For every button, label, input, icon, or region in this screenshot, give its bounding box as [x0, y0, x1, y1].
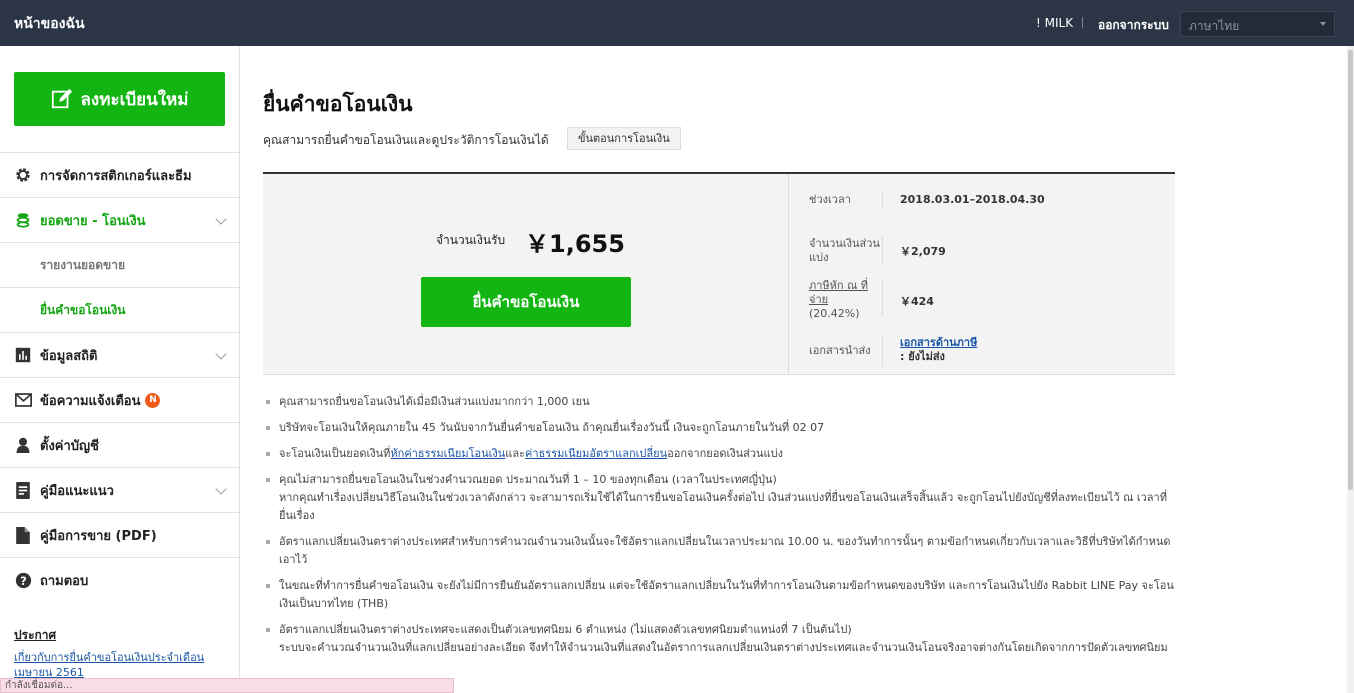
divider [882, 236, 883, 266]
receive-amount-label: จำนวนเงินรับ [436, 233, 506, 247]
logout-link[interactable]: ออกจากระบบ [1098, 16, 1169, 35]
note-text: ในขณะที่ทำการยื่นคำขอโอนเงิน จะยังไม่มีก… [279, 579, 1174, 610]
transfer-process-button[interactable]: ขั้นตอนการโอนเงิน [567, 127, 681, 150]
documents-status-block: เอกสารด้านภาษี : ยังไม่ส่ง [900, 336, 977, 364]
sidebar-item-label: ถามตอบ [40, 573, 89, 589]
list-item: คุณสามารถยื่นขอโอนเงินได้เมื่อมีเงินส่วน… [263, 393, 1175, 411]
chevron-down-icon [215, 348, 227, 360]
list-item: บริษัทจะโอนเงินให้คุณภายใน 45 วันนับจากว… [263, 419, 1175, 437]
sidebar-nav: การจัดการสติกเกอร์และธีม ยอดขาย - โอนเงิ… [0, 152, 239, 602]
note-text: หากคุณทำเรื่องเปลี่ยนวิธีโอนเงินในช่วงเว… [279, 491, 1167, 522]
sidebar-item-faq[interactable]: ? ถามตอบ [0, 557, 239, 602]
mail-icon [14, 391, 32, 409]
chevron-down-icon [1320, 22, 1326, 26]
note-text: และ [505, 447, 526, 460]
transfer-fee-link[interactable]: หักค่าธรรมเนียมโอนเงิน [390, 447, 505, 460]
notice-heading[interactable]: ประกาศ [14, 626, 56, 645]
note-text: คุณสามารถยื่นขอโอนเงินได้เมื่อมีเงินส่วน… [279, 395, 590, 408]
file-icon [14, 526, 32, 544]
sidebar-item-label: การจัดการสติกเกอร์และธีม [40, 168, 192, 184]
period-value: 2018.03.01–2018.04.30 [900, 193, 1045, 206]
page-description: คุณสามารถยื่นคำขอโอนเงินและดูประวัติการโ… [263, 133, 549, 147]
list-item: อัตราแลกเปลี่ยนเงินตราต่างประเทศจะแสดงเป… [263, 621, 1175, 657]
divider [882, 280, 883, 316]
notice-link[interactable]: เกี่ยวกับการยื่นคำขอโอนเงินประจำเดือนเมษ… [14, 650, 224, 680]
edit-icon [51, 88, 72, 109]
gear-icon [14, 166, 32, 184]
note-text: จะโอนเงินเป็นยอดเงินที่ [279, 447, 391, 460]
tax-documents-link[interactable]: เอกสารด้านภาษี [900, 336, 977, 349]
chart-icon [14, 346, 32, 364]
divider [882, 336, 883, 366]
transfer-notes-list: คุณสามารถยื่นขอโอนเงินได้เมื่อมีเงินส่วน… [263, 393, 1175, 665]
sidebar-item-account-settings[interactable]: ตั้งค่าบัญชี [0, 422, 239, 467]
documents-label: เอกสารนำส่ง [809, 344, 871, 357]
scrollbar-thumb[interactable] [1348, 50, 1353, 490]
top-navigation-bar: หน้าของฉัน ! MILK ออกจากระบบ ภาษาไทย [0, 0, 1354, 46]
question-icon: ? [14, 571, 32, 589]
new-badge: N [145, 392, 161, 408]
withholding-tax-value: ￥424 [900, 295, 934, 308]
vertical-scrollbar[interactable] [1347, 46, 1354, 693]
user-name[interactable]: ! MILK [1036, 16, 1073, 30]
withholding-tax-link[interactable]: ภาษีหัก ณ ที่จ่าย [809, 279, 881, 307]
note-text: บริษัทจะโอนเงินให้คุณภายใน 45 วันนับจากว… [279, 421, 825, 434]
sidebar-item-guide[interactable]: คู่มือแนะแนว [0, 467, 239, 512]
sidebar-item-label: ข้อมูลสถิติ [40, 348, 98, 364]
language-select-value: ภาษาไทย [1189, 19, 1240, 33]
sidebar: ลงทะเบียนใหม่ การจัดการสติกเกอร์และธีม ย… [0, 46, 240, 693]
period-label: ช่วงเวลา [809, 193, 851, 206]
brand-home-link[interactable]: หน้าของฉัน [14, 13, 85, 35]
list-item: อัตราแลกเปลี่ยนเงินตราต่างประเทศสำหรับกา… [263, 533, 1175, 569]
sidebar-item-label: คู่มือการขาย (PDF) [40, 528, 157, 544]
sidebar-item-sales-report[interactable]: รายงานยอดขาย [0, 242, 239, 287]
note-text: ออกจากยอดเงินส่วนแบ่ง [667, 447, 783, 460]
divider [882, 190, 883, 210]
note-text: อัตราแลกเปลี่ยนเงินตราต่างประเทศสำหรับกา… [279, 535, 1171, 566]
transfer-summary-panel: จำนวนเงินรับ ￥1,655 ยื่นคำขอโอนเงิน ช่วง… [263, 172, 1175, 375]
list-item: จะโอนเงินเป็นยอดเงินที่หักค่าธรรมเนียมโอ… [263, 445, 1175, 463]
receive-amount-value: ￥1,655 [525, 230, 625, 258]
browser-status-bar: กำลังเชื่อมต่อ... [0, 678, 454, 693]
exchange-fee-link[interactable]: ค่าธรรมเนียมอัตราแลกเปลี่ยน [525, 447, 667, 460]
language-select[interactable]: ภาษาไทย [1180, 11, 1335, 37]
sidebar-item-statistics[interactable]: ข้อมูลสถิติ [0, 332, 239, 377]
chevron-down-icon [215, 483, 227, 495]
sidebar-item-label: ยื่นคำขอโอนเงิน [40, 302, 126, 317]
register-new-button[interactable]: ลงทะเบียนใหม่ [14, 72, 225, 126]
documents-status: : ยังไม่ส่ง [900, 350, 945, 363]
svg-text:?: ? [20, 574, 26, 587]
note-text: ระบบจะคำนวณจำนวนเงินที่แลกเปลี่ยนอย่างละ… [279, 641, 1168, 654]
sidebar-item-label: ตั้งค่าบัญชี [40, 438, 99, 454]
guide-icon [14, 481, 32, 499]
sidebar-item-label: คู่มือแนะแนว [40, 483, 114, 499]
divider [1082, 17, 1083, 28]
request-transfer-button[interactable]: ยื่นคำขอโอนเงิน [421, 277, 631, 327]
list-item: ในขณะที่ทำการยื่นคำขอโอนเงิน จะยังไม่มีก… [263, 577, 1175, 613]
sidebar-item-label: รายงานยอดขาย [40, 257, 126, 272]
list-item: คุณไม่สามารถยื่นขอโอนเงินในช่วงคำนวณยอด … [263, 471, 1175, 525]
sidebar-item-sales-manual-pdf[interactable]: คู่มือการขาย (PDF) [0, 512, 239, 557]
note-text: อัตราแลกเปลี่ยนเงินตราต่างประเทศจะแสดงเป… [279, 623, 852, 636]
page-title: ยื่นคำขอโอนเงิน [263, 92, 413, 116]
sidebar-item-notifications[interactable]: ข้อความแจ้งเตือน N [0, 377, 239, 422]
register-new-label: ลงทะเบียนใหม่ [80, 89, 189, 110]
share-amount-value: ￥2,079 [900, 245, 946, 258]
sidebar-item-transfer-request[interactable]: ยื่นคำขอโอนเงิน [0, 287, 239, 332]
sidebar-item-label: ข้อความแจ้งเตือน [40, 393, 141, 409]
withholding-tax-rate: (20.42%) [809, 307, 860, 320]
chevron-down-icon [215, 213, 227, 225]
user-icon [14, 436, 32, 454]
note-text: คุณไม่สามารถยื่นขอโอนเงินในช่วงคำนวณยอด … [279, 473, 777, 486]
coins-icon [14, 211, 32, 229]
sidebar-item-stickers-themes[interactable]: การจัดการสติกเกอร์และธีม [0, 152, 239, 197]
withholding-tax-block: ภาษีหัก ณ ที่จ่าย (20.42%) [809, 279, 881, 321]
divider [788, 174, 789, 375]
sidebar-item-label: ยอดขาย - โอนเงิน [40, 213, 146, 229]
share-amount-label: จำนวนเงินส่วนแบ่ง [809, 237, 880, 264]
sidebar-item-sales-transfer[interactable]: ยอดขาย - โอนเงิน [0, 197, 239, 242]
